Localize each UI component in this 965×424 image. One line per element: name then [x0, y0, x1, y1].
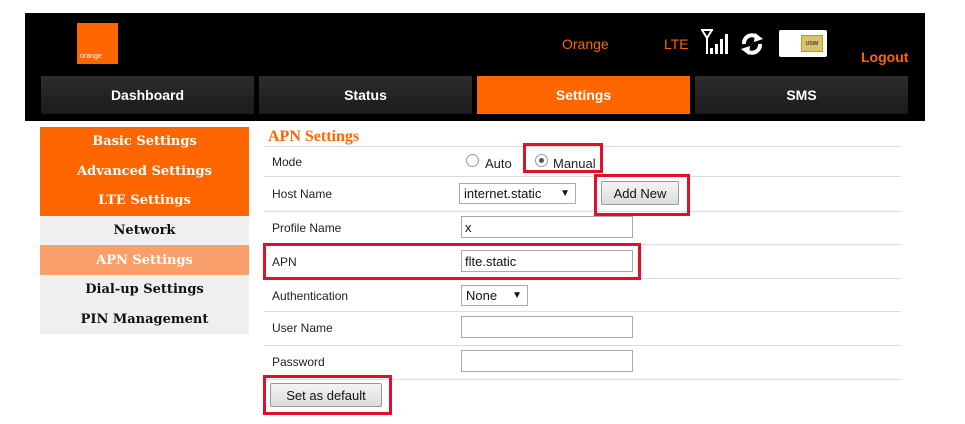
tab-status[interactable]: Status: [259, 76, 472, 114]
authentication-value: None: [466, 288, 498, 303]
sync-icon: [741, 33, 763, 55]
main-nav: Dashboard Status Settings SMS: [41, 76, 908, 114]
highlight-apn: [263, 243, 641, 280]
host-name-value: internet.static: [464, 186, 542, 201]
profile-name-label: Profile Name: [272, 221, 342, 235]
divider: [264, 345, 901, 346]
host-name-label: Host Name: [272, 187, 333, 201]
mode-label: Mode: [272, 155, 303, 169]
authentication-select[interactable]: None ▼: [461, 285, 528, 306]
dropdown-caret-icon: ▼: [512, 290, 522, 301]
tab-sms[interactable]: SMS: [695, 76, 908, 114]
sim-chip: USIM: [801, 35, 823, 52]
sidebar-item-lte-settings[interactable]: LTE Settings: [40, 186, 249, 216]
divider: [264, 311, 901, 312]
sidebar-item-dialup-settings[interactable]: Dial-up Settings: [40, 274, 249, 305]
host-name-select[interactable]: internet.static ▼: [459, 183, 576, 204]
user-name-input[interactable]: [461, 316, 633, 338]
tab-settings[interactable]: Settings: [477, 76, 690, 114]
sidebar-item-pin-management[interactable]: PIN Management: [40, 304, 249, 335]
divider: [264, 211, 901, 212]
mode-auto-label: Auto: [485, 156, 512, 171]
sidebar-item-network[interactable]: Network: [40, 215, 249, 246]
sim-card-icon: USIM: [779, 30, 827, 57]
user-name-label: User Name: [272, 321, 333, 335]
dropdown-caret-icon: ▼: [560, 188, 570, 199]
logout-link[interactable]: Logout: [861, 49, 908, 65]
sidebar-item-apn-settings[interactable]: APN Settings: [40, 245, 249, 275]
sidebar-item-advanced-settings[interactable]: Advanced Settings: [40, 156, 249, 187]
sidebar-item-basic-settings[interactable]: Basic Settings: [40, 127, 249, 157]
mode-auto-radio[interactable]: [466, 154, 479, 167]
operator-name: Orange: [562, 36, 609, 52]
password-label: Password: [272, 355, 325, 369]
profile-name-input[interactable]: x: [461, 216, 633, 238]
highlight-add-new: [594, 174, 690, 216]
divider: [264, 176, 901, 177]
tab-dashboard[interactable]: Dashboard: [41, 76, 254, 114]
network-type: LTE: [664, 36, 689, 52]
highlight-set-default: [263, 375, 392, 415]
password-input[interactable]: [461, 350, 633, 372]
page-title: APN Settings: [268, 128, 360, 145]
signal-icon: [701, 29, 728, 54]
highlight-manual: [523, 143, 603, 173]
orange-logo[interactable]: orange: [77, 23, 118, 64]
header-bar: orange Orange LTE USIM Logout Dashboard …: [25, 13, 925, 121]
settings-sidebar: Basic Settings Advanced Settings LTE Set…: [40, 127, 249, 335]
authentication-label: Authentication: [272, 289, 349, 303]
